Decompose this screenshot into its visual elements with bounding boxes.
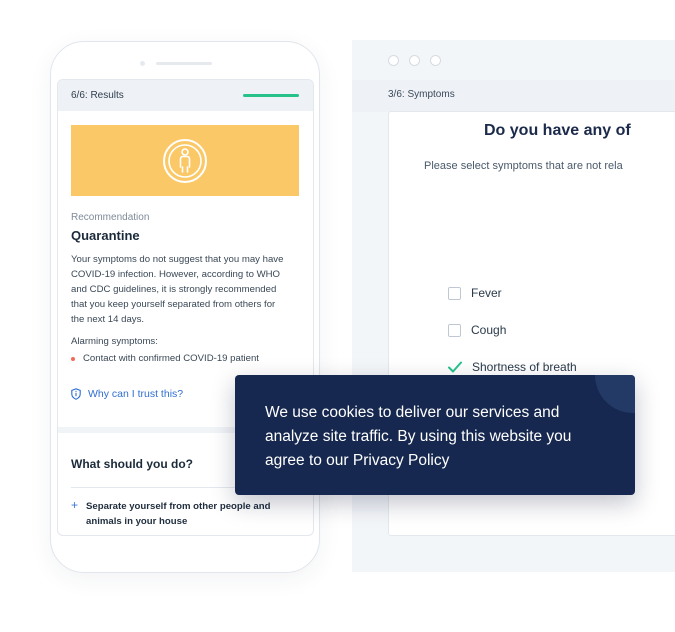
what-should-you-do-title: What should you do? — [71, 457, 193, 471]
symptom-option-shortness-of-breath[interactable]: Shortness of breath — [448, 360, 577, 374]
trust-link[interactable]: Why can I trust this? — [71, 388, 183, 400]
recommendation-title: Quarantine — [71, 228, 140, 243]
alarming-symptom-text: Contact with confirmed COVID-19 patient — [83, 353, 259, 364]
recommendation-label: Recommendation — [71, 212, 150, 223]
window-dot-icon[interactable] — [409, 55, 420, 66]
plus-icon[interactable]: + — [71, 499, 78, 529]
symptom-label: Fever — [471, 286, 502, 300]
window-controls — [388, 55, 441, 66]
results-step-label: 6/6: Results — [71, 90, 124, 101]
symptoms-question: Do you have any of — [484, 122, 631, 139]
symptom-label: Shortness of breath — [472, 360, 577, 374]
symptom-label: Cough — [471, 323, 507, 337]
recommendation-text-line: Your symptoms do not suggest that you ma… — [71, 254, 284, 265]
person-in-circle-icon — [163, 138, 207, 183]
action-item-line: animals in your house — [86, 516, 188, 527]
alarming-symptom-item: Contact with confirmed COVID-19 patient — [71, 353, 259, 364]
recommendation-text: Your symptoms do not suggest that you ma… — [71, 252, 303, 327]
phone-speaker — [156, 62, 212, 65]
symptom-option-fever[interactable]: Fever — [448, 286, 502, 300]
action-item-text: Separate yourself from other people and … — [86, 499, 270, 529]
window-dot-icon[interactable] — [430, 55, 441, 66]
cookie-message: We use cookies to deliver our services a… — [265, 401, 605, 473]
action-item-line: Separate yourself from other people and — [86, 501, 271, 512]
window-dot-icon[interactable] — [388, 55, 399, 66]
recommendation-text-line: COVID-19 infection. However, according t… — [71, 269, 281, 280]
checkbox[interactable] — [448, 323, 461, 337]
symptom-option-cough[interactable]: Cough — [448, 323, 506, 337]
symptoms-subtitle: Please select symptoms that are not rela — [424, 160, 623, 172]
checkbox[interactable] — [448, 286, 461, 300]
recommendation-banner — [71, 125, 299, 196]
recommendation-text-line: and CDC guidelines, it is strongly recom… — [71, 284, 277, 295]
cookie-banner: We use cookies to deliver our services a… — [235, 375, 635, 495]
shield-info-icon — [71, 388, 81, 400]
progress-bar — [243, 94, 299, 97]
results-step-header: 6/6: Results — [58, 80, 313, 111]
alarming-symptoms-label: Alarming symptoms: — [71, 336, 158, 347]
recommendation-text-line: that you keep yourself separated from ot… — [71, 299, 276, 310]
checkmark-icon[interactable] — [448, 361, 462, 373]
privacy-policy-link[interactable]: Privacy Policy — [353, 452, 449, 469]
recommendation-text-line: the next 14 days. — [71, 314, 145, 325]
phone-camera — [140, 61, 145, 66]
trust-link-text[interactable]: Why can I trust this? — [88, 388, 183, 400]
desktop-step-label: 3/6: Symptoms — [388, 89, 455, 100]
action-item[interactable]: + Separate yourself from other people an… — [71, 499, 291, 529]
bullet-dot-icon — [71, 356, 75, 361]
